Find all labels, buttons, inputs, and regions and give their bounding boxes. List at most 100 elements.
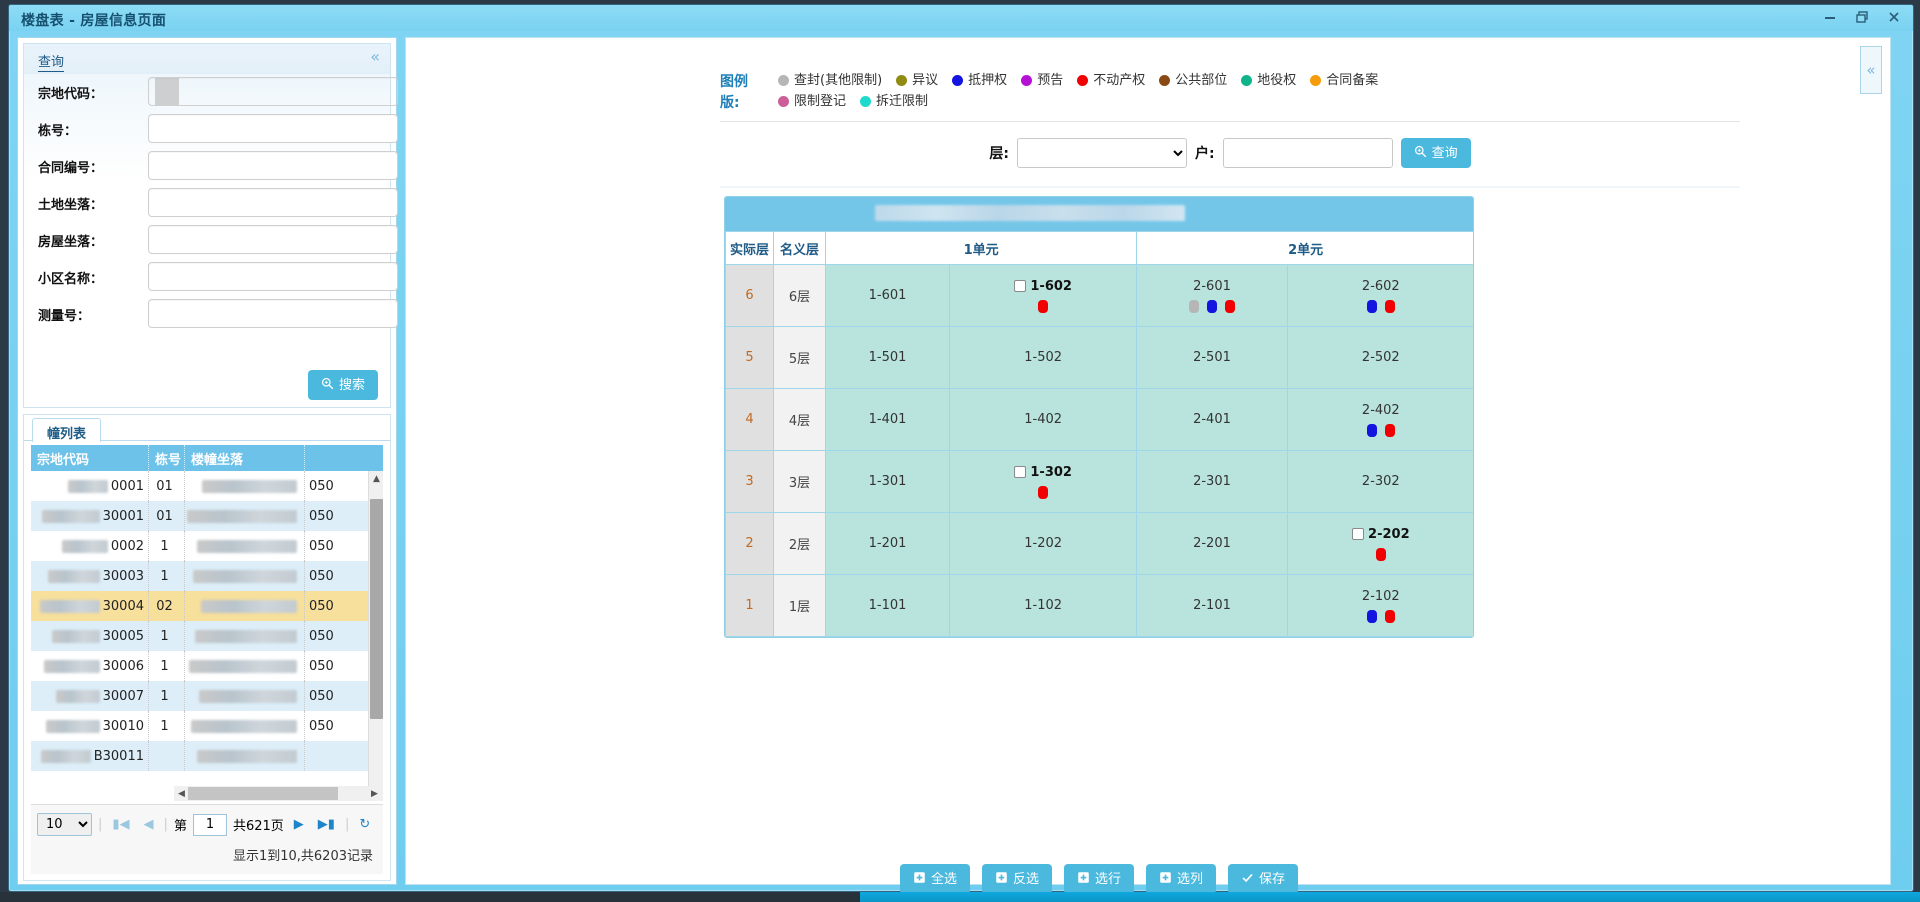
scroll-right-icon[interactable]: ▶	[367, 786, 382, 801]
action-button-反选[interactable]: 反选	[981, 864, 1052, 894]
status-mark[interactable]	[1038, 299, 1049, 313]
room-checkbox[interactable]	[1352, 528, 1365, 540]
first-page-icon[interactable]: ▮◀	[108, 817, 133, 832]
scroll-up-icon[interactable]: ▲	[369, 471, 384, 486]
room-cell[interactable]: 2-501	[1136, 326, 1288, 389]
contract-number-input[interactable]	[148, 151, 398, 180]
status-mark[interactable]	[1375, 547, 1386, 561]
hscroll-thumb[interactable]	[188, 787, 338, 800]
table-row[interactable]: 30006 1 050	[31, 651, 383, 681]
table-row[interactable]: 0002 1 050	[31, 531, 383, 561]
cell-nominal-floor[interactable]: 6层	[773, 264, 826, 327]
status-mark[interactable]	[1188, 299, 1199, 313]
query-button[interactable]: 查询	[1400, 138, 1471, 168]
community-name-input[interactable]	[148, 262, 398, 291]
table-row[interactable]: 30003 1 050	[31, 561, 383, 591]
zongdi-code-input[interactable]	[148, 77, 398, 106]
room-cell[interactable]: 1-502	[949, 326, 1138, 389]
room-cell[interactable]: 1-402	[949, 388, 1138, 451]
status-mark[interactable]	[1366, 609, 1377, 623]
room-cell[interactable]: 2-401	[1136, 388, 1288, 451]
room-cell[interactable]: 2-201	[1136, 512, 1288, 575]
room-cell[interactable]: 2-301	[1136, 450, 1288, 513]
table-row[interactable]: 0001 01 050	[31, 471, 383, 501]
room-cell[interactable]: 2-101	[1136, 574, 1288, 637]
cell-actual-floor[interactable]: 3	[725, 450, 774, 513]
tab-building-list[interactable]: 幢列表	[32, 418, 102, 442]
scroll-left-icon[interactable]: ◀	[174, 786, 189, 801]
dong-number-input[interactable]	[148, 114, 398, 143]
status-mark[interactable]	[1366, 299, 1377, 313]
action-button-选行[interactable]: 选行	[1063, 864, 1134, 894]
legend-item[interactable]: 公共部位	[1159, 70, 1227, 91]
legend-item[interactable]: 限制登记	[778, 91, 846, 112]
grid-col-zongdi[interactable]: 宗地代码	[31, 445, 149, 471]
room-cell[interactable]: 1-301	[824, 450, 951, 513]
action-button-选列[interactable]: 选列	[1146, 864, 1217, 894]
room-cell[interactable]: 1-401	[824, 388, 951, 451]
room-cell[interactable]: 2-602	[1286, 264, 1473, 327]
room-checkbox[interactable]	[1014, 280, 1027, 292]
cell-nominal-floor[interactable]: 1层	[773, 574, 826, 637]
next-page-icon[interactable]: ▶	[290, 817, 308, 832]
status-mark[interactable]	[1224, 299, 1235, 313]
prev-page-icon[interactable]: ◀	[140, 817, 158, 832]
cell-actual-floor[interactable]: 6	[725, 264, 774, 327]
cell-nominal-floor[interactable]: 3层	[773, 450, 826, 513]
page-number-input[interactable]	[192, 813, 227, 836]
room-cell[interactable]: 1-601	[824, 264, 951, 327]
table-row[interactable]: 30001 01 050	[31, 501, 383, 531]
legend-item[interactable]: 异议	[896, 70, 938, 91]
table-row[interactable]: 30005 1 050	[31, 621, 383, 651]
scroll-thumb[interactable]	[370, 499, 383, 719]
table-row[interactable]: 30010 1 050	[31, 711, 383, 741]
double-chevron-left-icon[interactable]: «	[1860, 46, 1882, 94]
legend-item[interactable]: 预告	[1021, 70, 1063, 91]
cell-actual-floor[interactable]: 5	[725, 326, 774, 389]
room-checkbox[interactable]	[1014, 466, 1027, 478]
status-mark[interactable]	[1366, 423, 1377, 437]
status-mark[interactable]	[1206, 299, 1217, 313]
grid-horizontal-scrollbar[interactable]: ◀ ▶	[174, 786, 382, 801]
room-cell[interactable]: 2-302	[1286, 450, 1473, 513]
room-cell[interactable]: 1-201	[824, 512, 951, 575]
table-row[interactable]: 30007 1 050	[31, 681, 383, 711]
cell-actual-floor[interactable]: 2	[725, 512, 774, 575]
table-row[interactable]: 30004 02 050	[31, 591, 383, 621]
grid-vertical-scrollbar[interactable]: ▲ ▼	[368, 471, 383, 801]
room-cell[interactable]: 2-601	[1136, 264, 1288, 327]
room-cell[interactable]: 1-602	[949, 264, 1138, 327]
room-cell[interactable]: 1-102	[949, 574, 1138, 637]
restore-icon[interactable]	[1853, 7, 1871, 27]
search-button[interactable]: 搜索	[307, 370, 378, 400]
last-page-icon[interactable]: ▶▮	[314, 817, 339, 832]
room-cell[interactable]: 1-501	[824, 326, 951, 389]
grid-col-dong[interactable]: 栋号	[149, 445, 185, 471]
legend-item[interactable]: 抵押权	[952, 70, 1007, 91]
status-mark[interactable]	[1384, 299, 1395, 313]
grid-col-zuoluo[interactable]: 楼幢坐落	[185, 445, 305, 471]
minimize-icon[interactable]	[1821, 7, 1839, 27]
status-mark[interactable]	[1384, 423, 1395, 437]
legend-item[interactable]: 查封(其他限制)	[778, 70, 882, 91]
grid-col-extra[interactable]	[305, 445, 383, 471]
room-cell[interactable]: 1-101	[824, 574, 951, 637]
room-cell[interactable]: 2-202	[1286, 512, 1473, 575]
room-cell[interactable]: 2-502	[1286, 326, 1473, 389]
legend-item[interactable]: 合同备案	[1310, 70, 1378, 91]
legend-item[interactable]: 地役权	[1241, 70, 1296, 91]
action-button-全选[interactable]: 全选	[899, 864, 970, 894]
cell-nominal-floor[interactable]: 5层	[773, 326, 826, 389]
room-cell[interactable]: 1-202	[949, 512, 1138, 575]
cell-actual-floor[interactable]: 4	[725, 388, 774, 451]
legend-item[interactable]: 不动产权	[1077, 70, 1145, 91]
page-size-select[interactable]: 102050100	[37, 813, 92, 836]
survey-number-input[interactable]	[148, 299, 398, 328]
room-cell[interactable]: 2-402	[1286, 388, 1473, 451]
table-row[interactable]: B30011	[31, 741, 383, 771]
status-mark[interactable]	[1384, 609, 1395, 623]
cell-actual-floor[interactable]: 1	[725, 574, 774, 637]
cell-nominal-floor[interactable]: 2层	[773, 512, 826, 575]
unit-input[interactable]	[1222, 138, 1393, 168]
close-icon[interactable]	[1885, 7, 1903, 27]
